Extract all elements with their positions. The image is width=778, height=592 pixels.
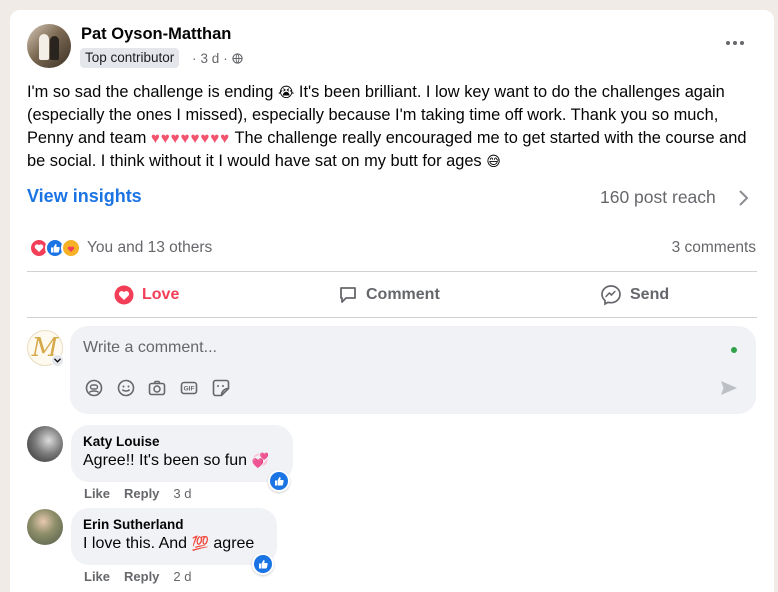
grinning-sweat-emoji: 😅 [486, 153, 501, 169]
comment-reply-button[interactable]: Reply [124, 569, 159, 584]
camera-icon[interactable] [147, 378, 167, 398]
comment-actions: Like Reply 3 d [84, 486, 192, 501]
chevron-down-icon[interactable] [51, 354, 64, 367]
comment-text: I love this. And 💯 agree [83, 535, 255, 552]
comment-reply-button[interactable]: Reply [124, 486, 159, 501]
top-contributor-badge[interactable]: Top contributor [80, 48, 180, 68]
emoji-icon[interactable] [116, 378, 136, 398]
comment-bubble-erin: Erin Sutherland I love this. And 💯 agree [71, 508, 277, 565]
svg-text:GIF: GIF [184, 386, 195, 393]
hearts-emoji: 💞 [251, 452, 269, 468]
sticker-icon[interactable] [211, 378, 231, 398]
commenter-name[interactable]: Katy Louise [83, 433, 281, 450]
care-reaction-icon [61, 238, 81, 258]
comment-input[interactable] [83, 339, 683, 357]
commenter-avatar-erin[interactable] [27, 509, 63, 545]
heart-icon [114, 285, 134, 305]
send-arrow-icon[interactable] [719, 378, 739, 398]
post-reach[interactable]: 160 post reach [600, 187, 716, 208]
comment-like-button[interactable]: Like [84, 569, 110, 584]
post-text: I'm so sad the challenge is ending 😭 It'… [27, 81, 757, 173]
gif-icon[interactable]: GIF [179, 378, 199, 398]
online-status-dot [731, 347, 737, 353]
author-avatar[interactable] [27, 24, 71, 68]
post-meta: · 3 d · [192, 51, 243, 66]
comment-like-badge[interactable] [252, 553, 274, 575]
comment-bubble-katy: Katy Louise Agree!! It's been so fun 💞 [71, 425, 293, 482]
comment-bubble-icon [340, 287, 356, 303]
comment-text: Agree!! It's been so fun 💞 [83, 452, 269, 469]
love-label: Love [142, 286, 180, 303]
like-icon [259, 560, 268, 569]
more-horizontal-icon [726, 41, 730, 45]
divider-bottom [27, 317, 757, 318]
author-name[interactable]: Pat Oyson-Matthan [81, 25, 231, 44]
commenter-avatar-katy[interactable] [27, 426, 63, 462]
messenger-icon [601, 285, 621, 306]
meta-dot-2: · [223, 51, 228, 66]
divider-top [27, 271, 757, 272]
more-options-button[interactable] [722, 33, 748, 53]
avatar-sticker-icon[interactable] [84, 378, 104, 398]
post-time[interactable]: 3 d [201, 51, 220, 66]
chevron-right-icon[interactable] [738, 189, 750, 207]
comment-time[interactable]: 2 d [173, 569, 191, 584]
comment-label: Comment [366, 286, 440, 303]
commenter-name[interactable]: Erin Sutherland [83, 516, 265, 533]
hearts-emoji: ♥♥♥♥♥♥♥♥ [150, 130, 231, 147]
love-button[interactable]: Love [114, 284, 179, 306]
reactions-summary[interactable]: You and 13 others [29, 238, 212, 258]
comment-button[interactable]: Comment [338, 284, 440, 306]
avatar-figure-groom [50, 36, 59, 60]
meta-dot: · [192, 51, 197, 66]
hundred-points-emoji: 💯 [191, 535, 209, 551]
comments-count[interactable]: 3 comments [672, 239, 756, 257]
send-label: Send [630, 286, 670, 303]
avatar-figure-bride [39, 34, 49, 60]
comment-like-button[interactable]: Like [84, 486, 110, 501]
view-insights-link[interactable]: View insights [27, 186, 142, 207]
reactions-label[interactable]: You and 13 others [87, 239, 212, 257]
comment-time[interactable]: 3 d [173, 486, 191, 501]
post-text-part-1: I'm so sad the challenge is ending [27, 83, 274, 101]
globe-icon[interactable] [232, 53, 243, 64]
comment-like-badge[interactable] [268, 470, 290, 492]
comment-actions: Like Reply 2 d [84, 569, 192, 584]
crying-emoji: 😭 [277, 84, 295, 100]
like-icon [275, 477, 284, 486]
send-button[interactable]: Send [600, 284, 669, 306]
